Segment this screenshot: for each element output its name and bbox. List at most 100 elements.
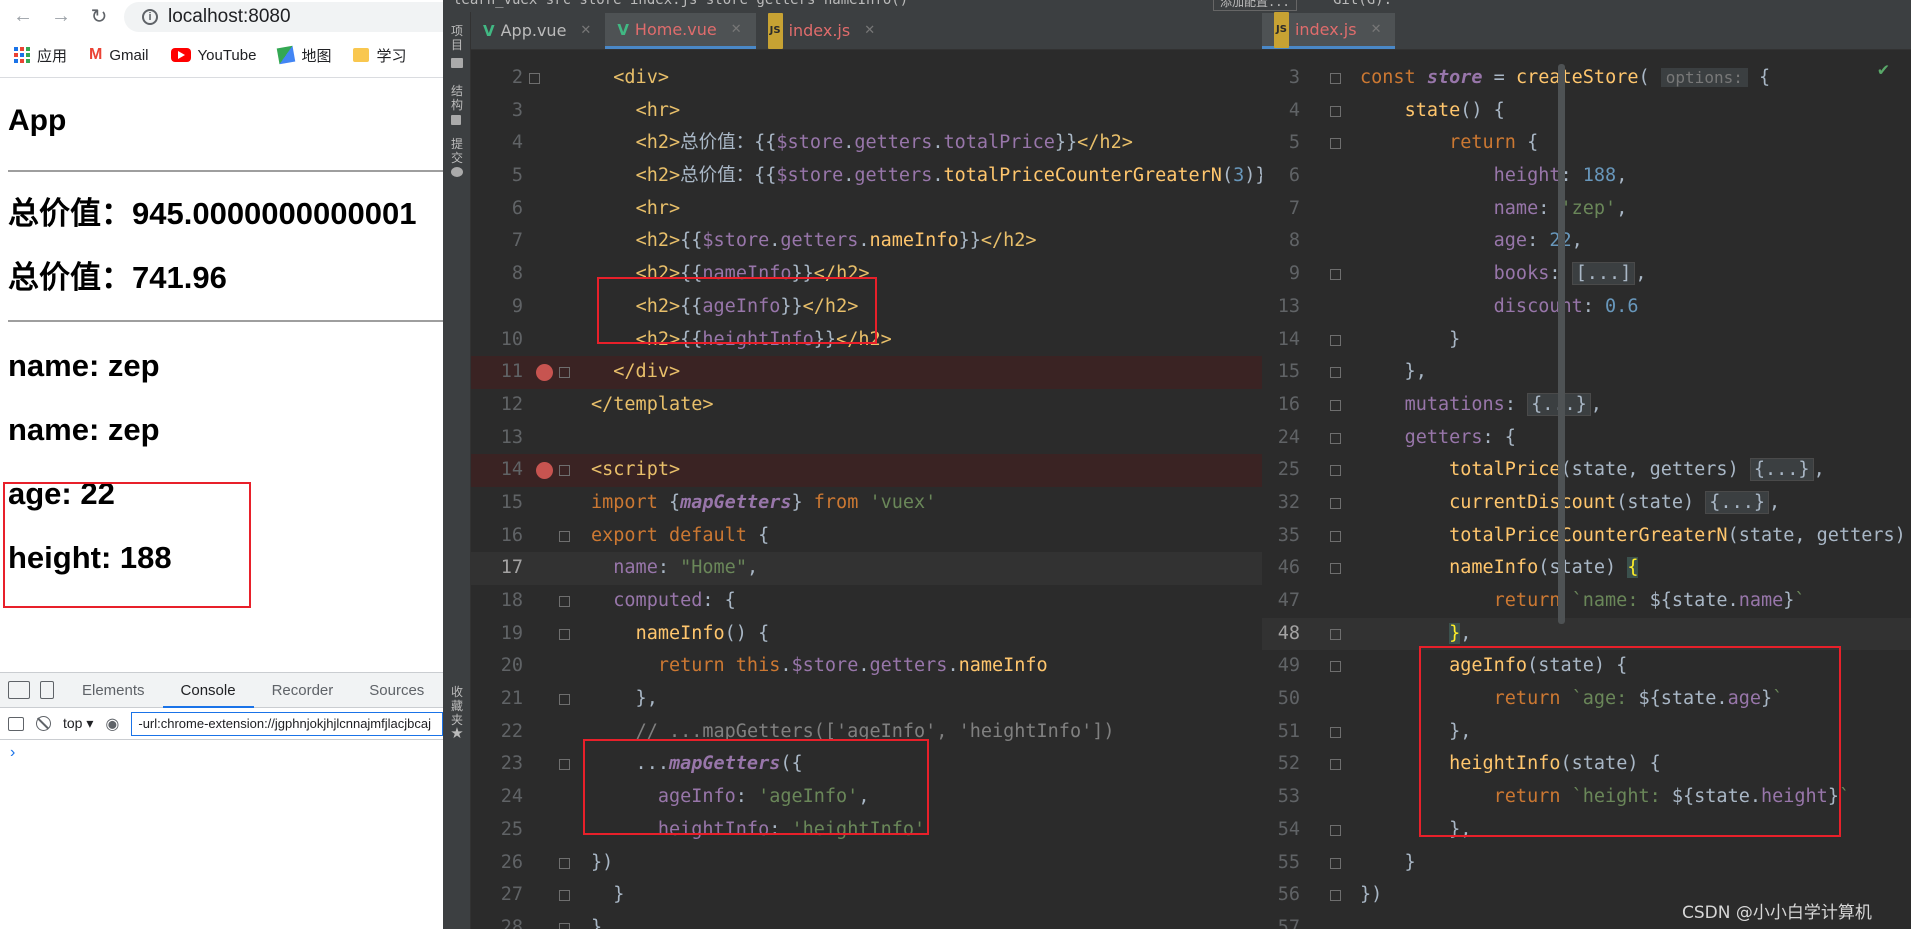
maps-icon (277, 45, 296, 65)
code-line: 5 <h2>总价值：{{$store.getters.totalPriceCou… (511, 165, 1292, 187)
context-select[interactable]: top ▾ (63, 715, 93, 732)
bookmark-study[interactable]: 学习 (353, 45, 407, 66)
bookmarks-bar: 应用 M Gmail YouTube 地图 学习 (0, 33, 443, 78)
breakpoint-icon[interactable] (536, 364, 553, 382)
code-line: 15 import {mapGetters} from 'vuex' (500, 491, 937, 513)
divider (8, 170, 443, 172)
code-line: 2 <div> (511, 67, 669, 88)
editor-tabs: JS index.js ✕ (1262, 12, 1911, 50)
code-line: 7 <h2>{{$store.getters.nameInfo}}</h2> (511, 230, 1037, 252)
eye-icon[interactable]: ◉ (105, 714, 119, 734)
tab-recorder[interactable]: Recorder (254, 673, 352, 708)
tab-sources[interactable]: Sources (351, 673, 442, 708)
bookmark-label: 地图 (301, 47, 332, 65)
apps-icon (14, 47, 30, 63)
favorites-tool[interactable]: 收藏夹 (449, 685, 465, 727)
forward-arrow-icon[interactable]: → (48, 5, 74, 28)
tab-index-js[interactable]: JS index.js ✕ (756, 13, 889, 49)
screenshot-root: ← → ↻ i localhost:8080 应用 M Gmail YouTub… (0, 0, 1911, 929)
browser-toolbar: ← → ↻ i localhost:8080 (0, 0, 443, 33)
bookmark-apps[interactable]: 应用 (14, 45, 67, 66)
info-icon[interactable]: i (142, 8, 158, 25)
code-line: 3 <hr> (511, 99, 681, 121)
code-line: 21 }, (500, 688, 658, 710)
total-price-n-line: 总价值：741.96 (8, 260, 227, 295)
code-line: 6 <hr> (511, 197, 681, 219)
code-line: 35 totalPriceCounterGreaterN(state, gett… (1277, 524, 1911, 546)
editor-tabs: V App.vue ✕ V Home.vue ✕ JS index.js ✕ (471, 12, 1292, 50)
folder-icon (451, 58, 463, 68)
clear-console-icon[interactable] (36, 716, 51, 731)
star-icon: ★ (450, 724, 464, 742)
close-icon[interactable]: ✕ (1371, 12, 1382, 48)
highlight-box (583, 739, 929, 835)
tab-index-js[interactable]: JS index.js ✕ (1262, 12, 1396, 49)
url-text: localhost:8080 (168, 5, 291, 27)
bookmark-youtube[interactable]: YouTube (170, 46, 257, 64)
code-line: 55 } (1277, 851, 1416, 873)
tab-elements[interactable]: Elements (64, 673, 163, 708)
name-line: name: zep (8, 348, 160, 383)
js-file-icon: JS (767, 13, 783, 49)
browser-window: ← → ↻ i localhost:8080 应用 M Gmail YouTub… (0, 0, 443, 929)
structure-icon (451, 115, 461, 125)
bookmark-label: YouTube (197, 46, 257, 64)
bookmark-gmail[interactable]: M Gmail (89, 46, 149, 64)
breakpoint-icon[interactable] (536, 462, 553, 480)
code-line: 15 }, (1277, 361, 1427, 383)
code-line: 8 <h2>{{nameInfo}}</h2> (511, 263, 870, 285)
tab-console[interactable]: Console (162, 673, 254, 708)
console-filter-input[interactable]: -url:chrome-extension://jgphnjokjhjlcnna… (131, 711, 443, 736)
bookmark-label: 应用 (37, 47, 68, 65)
add-config-button[interactable]: 添加配置... (1213, 0, 1297, 11)
bookmark-label: 学习 (376, 47, 407, 65)
bookmark-maps[interactable]: 地图 (277, 45, 332, 66)
vue-file-icon: V (483, 22, 495, 40)
code-line: 14 <script> (471, 454, 1292, 487)
close-icon[interactable]: ✕ (580, 13, 591, 49)
tab-app-vue[interactable]: V App.vue ✕ (471, 13, 605, 49)
code-line: 4 state() { (1288, 99, 1505, 121)
divider (8, 320, 443, 322)
tab-home-vue[interactable]: V Home.vue ✕ (605, 12, 756, 49)
highlight-box (1419, 646, 1841, 837)
console-prompt-icon[interactable]: › (0, 740, 443, 762)
code-line: 12 </template> (500, 393, 714, 415)
code-line: 47 return `name: ${state.name}` (1277, 590, 1806, 611)
reload-icon[interactable]: ↻ (86, 4, 112, 29)
devtools-tabs: Elements Console Recorder Sources (0, 673, 443, 708)
project-tool[interactable]: 项目 (449, 24, 465, 52)
code-line: 6 height: 188, (1288, 165, 1628, 187)
close-icon[interactable]: ✕ (731, 12, 742, 48)
code-line: 46 nameInfo(state) { (1277, 557, 1639, 579)
address-bar[interactable]: i localhost:8080 (124, 1, 443, 32)
commit-icon (451, 167, 463, 177)
code-line: 27 } (500, 884, 625, 906)
tool-strip: 项目 结构 提交 收藏夹 ★ (443, 12, 471, 929)
youtube-icon (170, 48, 191, 62)
scrollbar[interactable] (1558, 64, 1565, 624)
breadcrumb: learn_vuex src store index.js store gett… (453, 0, 909, 8)
code-line: 7 name: 'zep', (1288, 197, 1628, 219)
code-line: 16 export default { (500, 524, 770, 546)
code-line: 9 books: [...], (1288, 262, 1647, 286)
inspect-icon[interactable] (8, 681, 30, 699)
structure-tool[interactable]: 结构 (449, 84, 465, 112)
ide-navbar: learn_vuex src store index.js store gett… (443, 0, 1911, 12)
code-line: 20 return this.$store.getters.nameInfo (500, 655, 1048, 677)
device-toolbar-icon[interactable] (40, 681, 54, 699)
code-line: 24 getters: { (1277, 426, 1516, 448)
commit-tool[interactable]: 提交 (449, 137, 465, 165)
back-arrow-icon[interactable]: ← (10, 5, 36, 28)
close-icon[interactable]: ✕ (864, 13, 875, 49)
sidebar-toggle-icon[interactable] (8, 716, 24, 731)
name-line: name: zep (8, 412, 160, 447)
code-line: 10 <h2>{{heightInfo}}</h2> (500, 328, 892, 350)
gmail-icon: M (89, 46, 103, 63)
code-line: 11 </div> (471, 356, 1292, 389)
code-line: 13 discount: 0.6 (1277, 295, 1639, 317)
code-line: 3 const store = createStore( options: { (1288, 67, 1771, 88)
code-line: 16 mutations: {...}, (1277, 392, 1602, 416)
code-line: 5 return { (1288, 132, 1539, 154)
code-line: 8 age: 22, (1288, 230, 1583, 252)
